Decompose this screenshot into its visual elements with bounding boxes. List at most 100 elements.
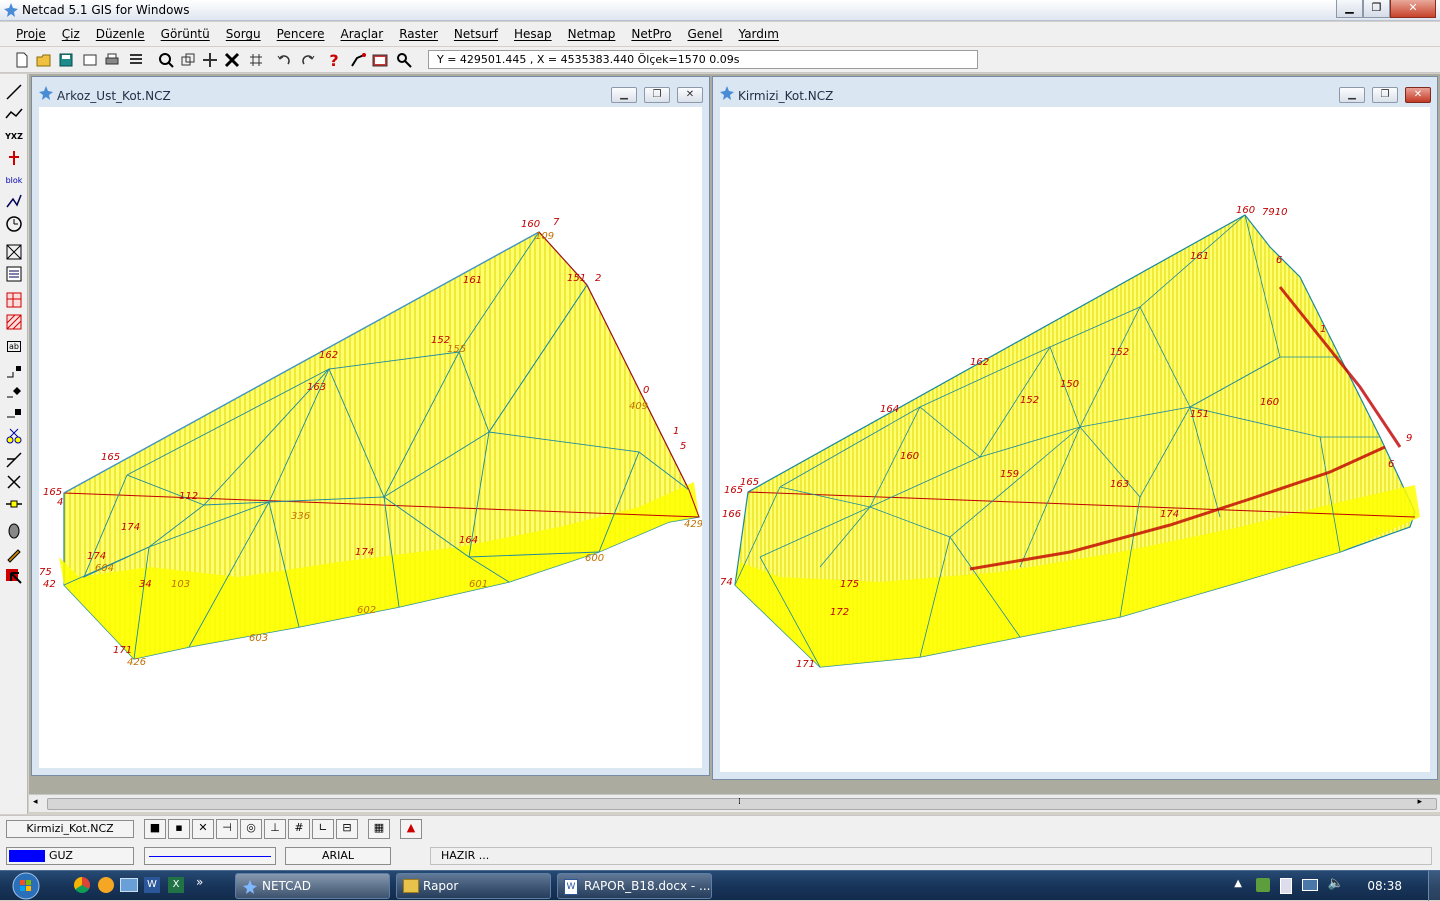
display-mode-icon[interactable]: ▦ bbox=[368, 819, 390, 839]
snap-center-icon[interactable]: ◎ bbox=[240, 819, 262, 839]
point-xyz-icon[interactable]: YXZ bbox=[3, 126, 25, 146]
layers-icon[interactable] bbox=[126, 50, 146, 70]
bucket-icon[interactable] bbox=[3, 520, 25, 540]
menu-netpro[interactable]: NetPro bbox=[623, 27, 679, 41]
doc-restore-button[interactable]: ❐ bbox=[644, 87, 670, 103]
close-button[interactable]: ✕ bbox=[1390, 0, 1436, 18]
document-title-bar[interactable]: Arkoz_Ust_Kot.NCZ ▁ ❐ ✕ bbox=[32, 77, 709, 107]
snap-node-icon[interactable] bbox=[3, 382, 25, 402]
trim-icon[interactable] bbox=[3, 450, 25, 470]
chrome-icon[interactable] bbox=[74, 877, 90, 893]
minimize-button[interactable]: ▁ bbox=[1336, 0, 1363, 18]
open-folder-icon[interactable] bbox=[34, 50, 54, 70]
menu-hesap[interactable]: Hesap bbox=[506, 27, 560, 41]
page-setup-icon[interactable] bbox=[80, 50, 100, 70]
map-canvas[interactable]: 160 7 109 161 151 2 162 152 163 155 0 409 1 5 165 165 17… bbox=[39, 107, 702, 768]
hatch-icon[interactable] bbox=[3, 290, 25, 310]
firefox-icon[interactable] bbox=[98, 877, 114, 893]
doc-minimize-button[interactable]: ▁ bbox=[611, 87, 637, 103]
scrollbar-thumb[interactable]: ⁞ bbox=[47, 797, 1437, 810]
network-icon[interactable] bbox=[1302, 879, 1318, 891]
active-drawing-tab[interactable]: Kirmizi_Kot.NCZ bbox=[6, 820, 134, 838]
snap-end-icon[interactable]: ▪ bbox=[168, 819, 190, 839]
pan-icon[interactable] bbox=[200, 50, 220, 70]
measure-icon[interactable] bbox=[3, 494, 25, 514]
ortho-icon[interactable]: ∟ bbox=[312, 819, 334, 839]
zoom-window-icon[interactable] bbox=[178, 50, 198, 70]
menu-sorgu[interactable]: Sorgu bbox=[218, 27, 269, 41]
excel-icon[interactable]: X bbox=[168, 877, 184, 893]
menu-raster[interactable]: Raster bbox=[391, 27, 446, 41]
scissors-icon[interactable] bbox=[3, 426, 25, 446]
menu-yardim[interactable]: Yardım bbox=[731, 27, 787, 41]
print-icon[interactable] bbox=[102, 50, 122, 70]
menu-goruntu[interactable]: Görüntü bbox=[153, 27, 218, 41]
save-icon[interactable] bbox=[56, 50, 76, 70]
block-icon[interactable]: blok bbox=[3, 170, 25, 190]
taskbar-item-word-doc[interactable]: W RAPOR_B18.docx - ... bbox=[557, 873, 712, 899]
paint-icon[interactable] bbox=[3, 544, 25, 564]
warning-icon[interactable]: ▲ bbox=[400, 819, 422, 839]
show-more-icon[interactable]: » bbox=[196, 875, 203, 889]
snap-mid-icon[interactable]: ⊣ bbox=[216, 819, 238, 839]
pointer-icon[interactable] bbox=[3, 566, 25, 586]
horizontal-scrollbar[interactable]: ◂ ⁞ ▸ bbox=[29, 794, 1440, 812]
snap-point-icon[interactable] bbox=[3, 362, 25, 382]
maximize-button[interactable]: ❐ bbox=[1363, 0, 1390, 18]
menu-netsurf[interactable]: Netsurf bbox=[446, 27, 506, 41]
menu-pencere[interactable]: Pencere bbox=[269, 27, 333, 41]
snap-none-icon[interactable]: ■ bbox=[144, 819, 166, 839]
new-file-icon[interactable] bbox=[12, 50, 32, 70]
menu-duzenle[interactable]: Düzenle bbox=[88, 27, 153, 41]
polyline-tool-icon[interactable] bbox=[3, 104, 25, 124]
snap-tangent-icon[interactable]: ⊟ bbox=[336, 819, 358, 839]
menu-ciz[interactable]: Çiz bbox=[54, 27, 88, 41]
document-title-bar[interactable]: Kirmizi_Kot.NCZ ▁ ❐ ✕ bbox=[713, 77, 1437, 107]
menu-proje[interactable]: Proje bbox=[8, 27, 54, 41]
tray-app-icon[interactable] bbox=[1256, 878, 1270, 892]
snap-perp-icon[interactable]: ⊥ bbox=[264, 819, 286, 839]
move-icon[interactable] bbox=[246, 50, 266, 70]
document-window-arkoz[interactable]: Arkoz_Ust_Kot.NCZ ▁ ❐ ✕ 160 7 109 161 15… bbox=[31, 76, 710, 776]
circle-tool-icon[interactable] bbox=[3, 214, 25, 234]
start-button[interactable] bbox=[4, 871, 48, 901]
tray-expand-icon[interactable]: ▲ bbox=[1234, 878, 1242, 889]
scroll-right-icon[interactable]: ▸ bbox=[1417, 797, 1422, 807]
taskbar-item-netcad[interactable]: NETCAD bbox=[235, 873, 390, 899]
redo-icon[interactable] bbox=[298, 50, 318, 70]
text-block-icon[interactable] bbox=[3, 264, 25, 284]
raster-icon[interactable] bbox=[370, 50, 390, 70]
undo-icon[interactable] bbox=[274, 50, 294, 70]
document-window-kirmizi[interactable]: Kirmizi_Kot.NCZ ▁ ❐ ✕ 160 7910 161 6 162… bbox=[712, 76, 1438, 780]
help-icon[interactable]: ? bbox=[324, 50, 344, 70]
cross-icon[interactable] bbox=[3, 472, 25, 492]
layer-selector[interactable]: GUZ bbox=[6, 847, 134, 865]
line-tool-icon[interactable] bbox=[3, 82, 25, 102]
label-icon[interactable]: ab bbox=[3, 336, 25, 356]
snap-end-icon[interactable] bbox=[3, 402, 25, 422]
show-desktop-button[interactable] bbox=[1428, 871, 1440, 901]
font-selector[interactable]: ARIAL bbox=[285, 847, 391, 865]
tin-surface-drawing[interactable]: 160 7109161 151 216215216315504091516516517… bbox=[39, 107, 702, 768]
tin-surface-drawing[interactable]: 160 7910161 616215211641601651651661501521… bbox=[720, 107, 1430, 772]
menu-araclar[interactable]: Araçlar bbox=[333, 27, 392, 41]
zoom-icon[interactable] bbox=[156, 50, 176, 70]
grid-icon[interactable]: # bbox=[288, 819, 310, 839]
desktop-icon[interactable] bbox=[120, 878, 138, 892]
rectangle-tool-icon[interactable] bbox=[3, 242, 25, 262]
menu-genel[interactable]: Genel bbox=[680, 27, 731, 41]
scroll-left-icon[interactable]: ◂ bbox=[33, 797, 38, 807]
hatch-diagonal-icon[interactable] bbox=[3, 312, 25, 332]
doc-restore-button[interactable]: ❐ bbox=[1372, 87, 1398, 103]
search-icon[interactable] bbox=[394, 50, 414, 70]
snap-intersection-icon[interactable]: ✕ bbox=[192, 819, 214, 839]
map-canvas[interactable]: 160 7910 161 6 162 152 1 164 160 165 165 166 150 152 1… bbox=[720, 107, 1430, 772]
curve-tool-icon[interactable] bbox=[3, 192, 25, 212]
line-type-selector[interactable] bbox=[144, 847, 276, 865]
insert-point-icon[interactable] bbox=[3, 148, 25, 168]
doc-close-button[interactable]: ✕ bbox=[677, 87, 703, 103]
usb-icon[interactable] bbox=[1280, 878, 1292, 894]
word-icon[interactable]: W bbox=[144, 877, 160, 893]
doc-close-button[interactable]: ✕ bbox=[1405, 87, 1431, 103]
doc-minimize-button[interactable]: ▁ bbox=[1339, 87, 1365, 103]
